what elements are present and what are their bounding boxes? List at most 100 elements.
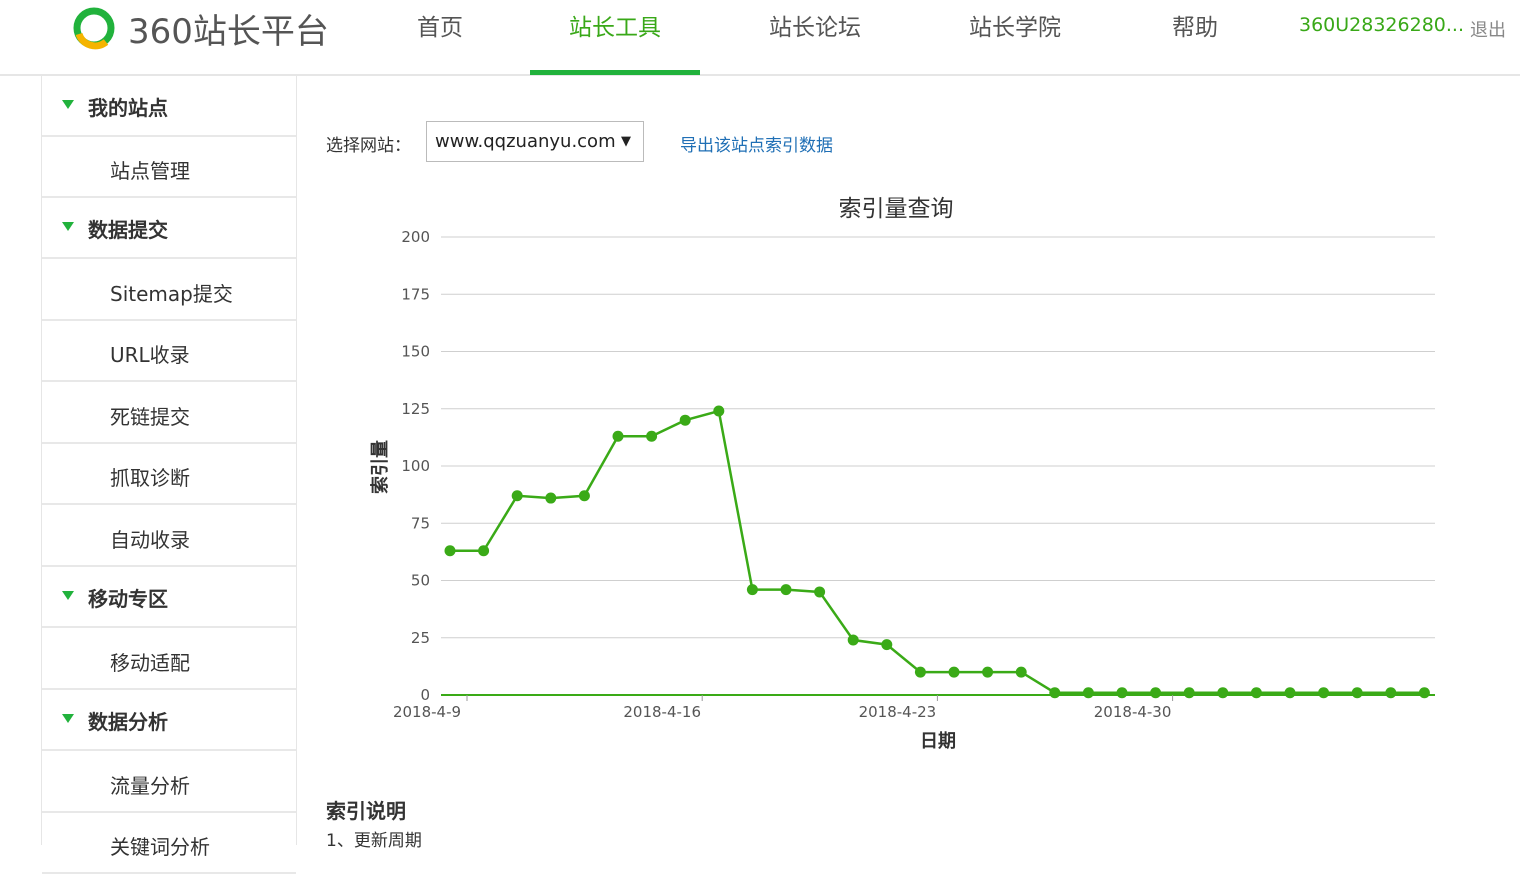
sidebar-item-site-management[interactable]: 站点管理 [42,137,296,198]
data-point[interactable] [1250,687,1262,699]
data-point[interactable] [1284,687,1296,699]
sidebar-item-keyword-analysis[interactable]: 关键词分析 [42,813,296,874]
series-line [450,409,1425,694]
data-point[interactable] [1049,687,1061,699]
sidebar-item-label: 抓取诊断 [110,466,190,490]
sidebar-item-url-index[interactable]: URL收录 [42,321,296,382]
nav-home[interactable]: 首页 [395,0,485,74]
data-point[interactable] [1116,687,1128,699]
sidebar-group-label: 数据提交 [88,218,168,242]
site-select-label: 选择网站： [326,136,411,156]
sidebar-item-dead-links[interactable]: 死链提交 [42,383,296,444]
y-tick-label: 150 [401,343,430,361]
sidebar-item-label: URL收录 [110,343,190,367]
y-tick-label: 175 [401,285,430,303]
sidebar-item-label: 死链提交 [110,405,190,429]
data-point[interactable] [814,586,826,598]
sidebar-item-label: 自动收录 [110,528,190,552]
data-point[interactable] [1217,687,1229,699]
data-point[interactable] [881,639,893,651]
nav-academy[interactable]: 站长学院 [945,0,1085,74]
x-tick-label: 2018-4-16 [623,703,701,721]
triangle-down-icon [62,222,74,231]
sidebar-item-traffic-analysis[interactable]: 流量分析 [42,752,296,813]
sidebar-group-my-sites[interactable]: 我的站点 [42,76,296,137]
sidebar-group-mobile[interactable]: 移动专区 [42,567,296,628]
sidebar-item-crawl-diagnosis[interactable]: 抓取诊断 [42,444,296,505]
data-point[interactable] [914,666,926,678]
x-tick-label: 2018-4-23 [859,703,937,721]
data-point[interactable] [847,634,859,646]
y-tick-label: 50 [411,572,430,590]
data-point[interactable] [746,584,758,596]
data-point[interactable] [1150,687,1162,699]
sidebar-item-mobile-adapt[interactable]: 移动适配 [42,629,296,690]
data-point[interactable] [1318,687,1330,699]
export-index-data-link[interactable]: 导出该站点索引数据 [680,131,833,156]
data-point[interactable] [982,666,994,678]
data-point[interactable] [511,490,523,502]
x-tick-label: 2018-4-30 [1094,703,1172,721]
sidebar-item-label: 关键词分析 [110,835,210,859]
y-tick-label: 200 [401,228,430,246]
logo-ring-icon [73,7,115,50]
sidebar-group-data-analysis[interactable]: 数据分析 [42,690,296,751]
site-select[interactable]: www.qqzuanyu.com ▼ [426,121,644,162]
y-axis-ticks: 0 25 50 75 100 125 150 175 200 [401,228,430,704]
data-point[interactable] [1082,687,1094,699]
sidebar-group-data-submit[interactable]: 数据提交 [42,198,296,259]
data-point[interactable] [444,545,456,557]
triangle-down-icon [62,100,74,109]
data-point[interactable] [948,666,960,678]
triangle-down-icon [62,714,74,723]
sidebar-item-label: 移动适配 [110,651,190,675]
chart-grid [441,236,1435,696]
data-point[interactable] [578,490,590,502]
data-point[interactable] [713,405,725,417]
index-volume-chart: 索引量查询 0255075100125150175200 2018-4-9 201… [369,196,1435,752]
y-tick-label: 75 [411,514,430,532]
data-point[interactable] [612,430,624,442]
data-point[interactable] [545,492,557,504]
nav-forum[interactable]: 站长论坛 [745,0,885,74]
chart-title: 索引量查询 [839,196,954,222]
data-point[interactable] [780,584,792,596]
sidebar: 我的站点 站点管理 数据提交 Sitemap提交 URL收录 死链提交 抓取诊断… [41,76,297,874]
chart-series [444,405,1430,699]
x-axis-ticks: 2018-4-9 2018-4-16 2018-4-23 2018-4-30 [393,695,1174,721]
y-tick-label: 25 [411,629,430,647]
x-tick-label: 2018-4-9 [393,703,461,721]
sidebar-group-label: 移动专区 [88,587,168,611]
y-tick-label: 100 [401,457,430,475]
data-point[interactable] [1183,687,1195,699]
active-nav-underline [530,70,700,75]
sidebar-item-label: Sitemap提交 [110,282,233,306]
site-select-value: www.qqzuanyu.com [435,131,616,152]
logout-link[interactable]: 退出 [1470,16,1506,42]
data-point[interactable] [1015,666,1027,678]
y-tick-label: 125 [401,400,430,418]
caret-down-icon: ▼ [621,134,631,149]
data-point[interactable] [1351,687,1363,699]
sidebar-group-label: 数据分析 [88,710,168,734]
user-name-link[interactable]: 360U28326280... [1299,14,1464,36]
index-description-title: 索引说明 [326,799,406,823]
y-axis-title: 索引量 [369,440,391,494]
sidebar-item-label: 流量分析 [110,774,190,798]
data-point[interactable] [646,430,658,442]
nav-webmaster-tools[interactable]: 站长工具 [530,0,700,74]
triangle-down-icon [62,591,74,600]
data-point[interactable] [478,545,490,557]
data-point[interactable] [679,414,691,426]
y-tick-label: 0 [420,686,430,704]
logo-text: 360站长平台 [128,11,329,52]
data-point[interactable] [1385,687,1397,699]
sidebar-item-auto-index[interactable]: 自动收录 [42,506,296,567]
logo[interactable]: 360站长平台 [70,4,329,52]
top-header: 360站长平台 首页 站长工具 站长论坛 站长学院 帮助 360U2832628… [0,0,1520,76]
sidebar-item-label: 站点管理 [110,159,190,183]
index-description-item: 1、更新周期 [326,831,422,851]
data-point[interactable] [1418,687,1430,699]
nav-help[interactable]: 帮助 [1155,0,1235,74]
sidebar-item-sitemap[interactable]: Sitemap提交 [42,260,296,321]
